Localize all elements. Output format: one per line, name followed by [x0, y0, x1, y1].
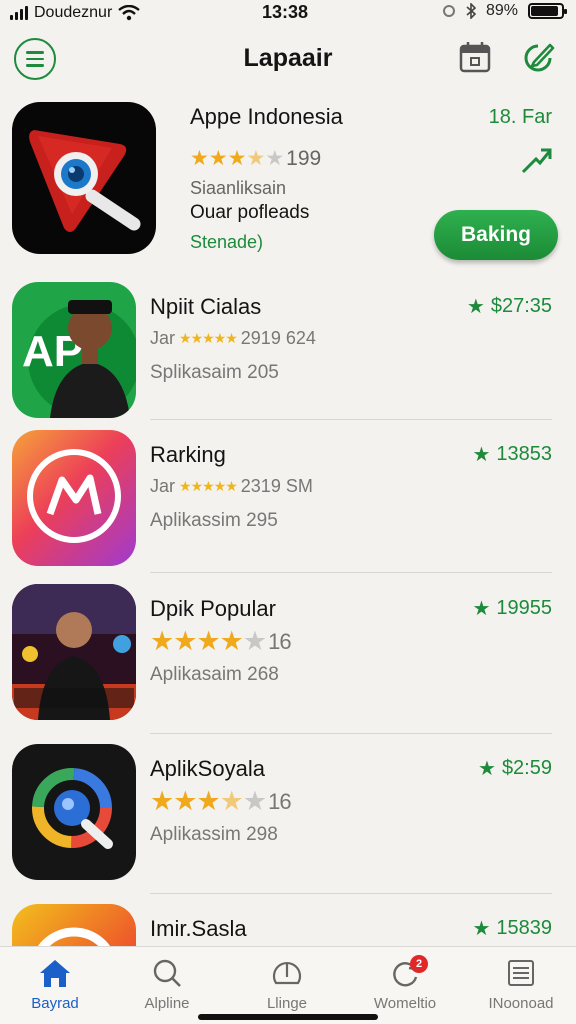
star-icon: ★ [242, 786, 267, 816]
wifi-icon [118, 5, 141, 21]
signal-icon [10, 6, 28, 20]
tab-updates[interactable]: 2 Womeltio [350, 955, 460, 1012]
app-name[interactable]: Npiit Cialas [150, 294, 261, 320]
featured-description: Ouar pofleads [190, 202, 310, 223]
star-icon: ★ [173, 786, 197, 816]
tab-search[interactable]: Alpline [112, 957, 222, 1012]
rating-stars: ★★★★★ [150, 786, 267, 817]
rating-count: 16 [268, 788, 292, 814]
app-icon[interactable] [12, 904, 136, 946]
rating-stars: ★★★★★ [190, 146, 284, 171]
list-item[interactable]: Dpik Popular ★ 19955 ★★★★★ 16 Aplikasaim … [0, 584, 576, 734]
list-item[interactable]: Imir.Sasla ★ 15839 [0, 904, 576, 946]
featured-rating: ★★★★★ 199 [190, 146, 321, 171]
star-icon: ★ [478, 758, 496, 780]
star-icon: ★ [173, 626, 197, 656]
rating-count: 16 [268, 628, 292, 654]
app-price: ★ 15839 [472, 917, 552, 940]
edit-icon[interactable] [520, 40, 556, 76]
tab-label: Alpline [144, 995, 190, 1012]
tab-label: INoonoad [488, 995, 554, 1012]
rating-stars: ★★★★★ [179, 478, 238, 494]
star-icon: ★ [208, 147, 228, 170]
app-name[interactable]: AplikSoyala [150, 756, 265, 782]
battery-icon [528, 3, 567, 19]
tab-label: Llinge [266, 995, 308, 1012]
status-time: 13:38 [262, 2, 309, 22]
status-bar: Doudeznur 13:38 89% [0, 0, 576, 26]
home-icon [40, 960, 70, 987]
search-icon [153, 959, 181, 987]
app-icon[interactable] [12, 584, 136, 720]
battery-percent: 89% [485, 2, 518, 19]
rating-count: 199 [286, 146, 322, 170]
tab-label: Bayrad [31, 995, 79, 1012]
rating-stars: ★★★★★ [150, 626, 267, 657]
featured-app-name[interactable]: Appe Indonesia [190, 104, 343, 130]
star-icon: ★ [466, 296, 485, 318]
sync-icon [442, 5, 455, 17]
tab-label: Womeltio [373, 995, 437, 1012]
app-icon[interactable] [12, 744, 136, 880]
list-item[interactable]: AplikSoyala ★ $2:59 ★★★★★ 16 Aplikassim 2… [0, 744, 576, 894]
star-icon: ★ [242, 626, 267, 656]
calendar-icon[interactable] [458, 40, 492, 74]
tab-gauge[interactable]: Llinge [232, 957, 342, 1012]
star-icon: ★ [196, 626, 220, 656]
list-item[interactable]: Rarking ★ 13853 Jar ★★★★★ 2319 SM Aplikassi… [0, 430, 576, 580]
divider [150, 893, 552, 894]
featured-subtitle: Siaanliksain [190, 178, 287, 198]
app-price: ★ $27:35 [466, 295, 552, 318]
app-name[interactable]: Rarking [150, 442, 226, 468]
bluetooth-icon [466, 3, 476, 19]
star-icon: ★ [190, 147, 209, 170]
home-indicator[interactable] [198, 1014, 378, 1020]
star-icon: ★ [150, 786, 174, 816]
app-meta: Jar ★★★★★ 2919 624 [150, 328, 316, 348]
carrier-name: Doudeznur [34, 4, 113, 21]
app-subtitle: Aplikassim 298 [150, 824, 278, 845]
app-price: ★ 13853 [472, 443, 552, 466]
star-icon: ★ [472, 444, 491, 466]
notification-badge: 2 [410, 955, 428, 973]
star-icon: ★ [472, 918, 491, 940]
rating-stars: ★★★★★ [179, 330, 238, 346]
star-icon: ★ [219, 626, 244, 656]
app-subtitle: Splikasaim 205 [150, 362, 279, 383]
star-icon: ★ [472, 598, 491, 620]
app-icon[interactable]: AP [12, 282, 136, 418]
featured-app[interactable]: Appe Indonesia 18. Far ★★★★★ 199 Siaanli… [0, 100, 576, 270]
star-icon: ★ [196, 786, 220, 816]
app-subtitle: Aplikasaim 268 [150, 664, 279, 685]
bottom-navigation: Bayrad Alpline Llinge 2 Womeltio INoonoa… [0, 946, 576, 1024]
header: Lapaair [0, 34, 576, 86]
divider [150, 572, 552, 573]
app-rating: ★★★★★ 16 [150, 626, 292, 657]
star-icon: ★ [265, 147, 285, 170]
tab-home[interactable]: Bayrad [0, 957, 110, 1012]
star-icon: ★ [227, 147, 247, 170]
trending-icon [521, 148, 552, 174]
divider [150, 733, 552, 734]
app-name[interactable]: Imir.Sasla [150, 916, 247, 942]
divider [150, 419, 552, 420]
featured-action-button[interactable]: Baking [434, 210, 558, 260]
featured-rank: 18. Far [488, 106, 552, 128]
app-subtitle: Aplikassim 295 [150, 510, 278, 531]
app-rating: ★★★★★ 16 [150, 786, 292, 817]
list-item[interactable]: AP Npiit Cialas ★ $27:35 Jar ★★★★★ 2919 624… [0, 282, 576, 432]
star-icon: ★ [219, 786, 244, 816]
app-name[interactable]: Dpik Popular [150, 596, 276, 622]
star-icon: ★ [150, 626, 174, 656]
star-icon: ★ [246, 147, 266, 170]
app-meta: Jar ★★★★★ 2319 SM [150, 476, 313, 496]
app-price: ★ 19955 [472, 597, 552, 620]
list-icon [508, 960, 534, 986]
featured-app-icon[interactable] [12, 102, 156, 254]
app-icon[interactable] [12, 430, 136, 566]
featured-status: Stenade) [190, 232, 264, 252]
app-price: ★ $2:59 [478, 757, 552, 780]
gauge-icon [272, 962, 302, 985]
tab-downloads[interactable]: INoonoad [466, 957, 576, 1012]
